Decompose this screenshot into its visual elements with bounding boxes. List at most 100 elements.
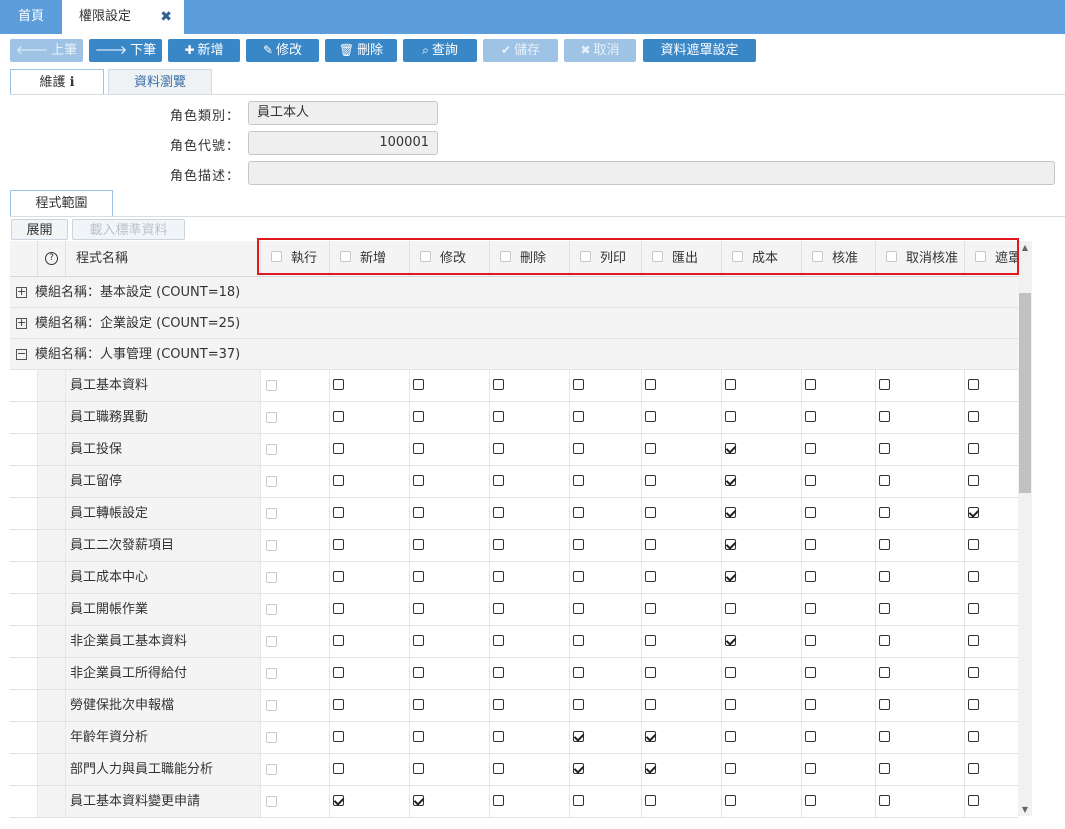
permission-checkbox[interactable] xyxy=(645,379,656,390)
permission-checkbox[interactable] xyxy=(805,571,816,582)
delete-button[interactable]: 🗑 刪除 xyxy=(325,39,397,62)
permission-checkbox[interactable] xyxy=(725,667,736,678)
permission-checkbox[interactable] xyxy=(879,443,890,454)
permission-checkbox[interactable] xyxy=(968,475,979,486)
permission-checkbox[interactable] xyxy=(805,699,816,710)
permission-checkbox[interactable] xyxy=(573,763,584,774)
permission-checkbox[interactable] xyxy=(645,571,656,582)
permission-checkbox[interactable] xyxy=(266,412,277,423)
permission-checkbox[interactable] xyxy=(879,571,890,582)
permission-checkbox[interactable] xyxy=(413,603,424,614)
permission-checkbox[interactable] xyxy=(645,539,656,550)
permission-checkbox[interactable] xyxy=(493,795,504,806)
permission-checkbox[interactable] xyxy=(333,475,344,486)
permission-checkbox[interactable] xyxy=(725,763,736,774)
permission-checkbox[interactable] xyxy=(413,411,424,422)
permission-checkbox[interactable] xyxy=(413,795,424,806)
role-type-field[interactable]: 員工本人 xyxy=(248,101,438,125)
permission-checkbox[interactable] xyxy=(266,508,277,519)
permission-checkbox[interactable] xyxy=(879,795,890,806)
permission-checkbox[interactable] xyxy=(573,667,584,678)
permission-checkbox[interactable] xyxy=(805,763,816,774)
permission-checkbox[interactable] xyxy=(805,667,816,678)
permission-checkbox[interactable] xyxy=(725,795,736,806)
permission-checkbox[interactable] xyxy=(493,603,504,614)
permission-checkbox[interactable] xyxy=(413,571,424,582)
permission-checkbox[interactable] xyxy=(573,571,584,582)
permission-checkbox[interactable] xyxy=(413,667,424,678)
permission-checkbox[interactable] xyxy=(725,443,736,454)
permission-checkbox[interactable] xyxy=(413,475,424,486)
scroll-down-icon[interactable]: ▼ xyxy=(1018,805,1032,814)
collapse-icon[interactable]: − xyxy=(16,348,27,360)
permission-checkbox[interactable] xyxy=(493,507,504,518)
permission-checkbox[interactable] xyxy=(573,731,584,742)
permission-checkbox[interactable] xyxy=(805,539,816,550)
permission-checkbox[interactable] xyxy=(725,379,736,390)
permission-checkbox[interactable] xyxy=(645,475,656,486)
permission-checkbox[interactable] xyxy=(968,667,979,678)
permission-checkbox[interactable] xyxy=(968,443,979,454)
permission-checkbox[interactable] xyxy=(333,507,344,518)
tab-maintain[interactable]: 維護 ℹ xyxy=(10,69,104,95)
permission-checkbox[interactable] xyxy=(266,540,277,551)
permission-checkbox[interactable] xyxy=(879,411,890,422)
permission-checkbox[interactable] xyxy=(493,411,504,422)
permission-checkbox[interactable] xyxy=(725,603,736,614)
permission-checkbox[interactable] xyxy=(573,379,584,390)
permission-checkbox[interactable] xyxy=(493,379,504,390)
permission-checkbox[interactable] xyxy=(573,539,584,550)
permission-checkbox[interactable] xyxy=(333,699,344,710)
permission-checkbox[interactable] xyxy=(493,667,504,678)
edit-button[interactable]: ✎ 修改 xyxy=(246,39,319,62)
permission-checkbox[interactable] xyxy=(645,443,656,454)
permission-checkbox[interactable] xyxy=(413,379,424,390)
permission-checkbox[interactable] xyxy=(645,667,656,678)
permission-checkbox[interactable] xyxy=(413,507,424,518)
close-icon[interactable]: ✖ xyxy=(160,0,172,34)
permission-checkbox[interactable] xyxy=(413,731,424,742)
group-row[interactable]: − 模組名稱：人事管理 (COUNT=37) xyxy=(10,339,1018,370)
permission-checkbox[interactable] xyxy=(333,795,344,806)
permission-checkbox[interactable] xyxy=(573,475,584,486)
permission-checkbox[interactable] xyxy=(645,635,656,646)
permission-checkbox[interactable] xyxy=(805,379,816,390)
permission-checkbox[interactable] xyxy=(413,699,424,710)
vertical-scrollbar[interactable]: ▲ ▼ xyxy=(1018,241,1032,816)
permission-checkbox[interactable] xyxy=(968,635,979,646)
permission-checkbox[interactable] xyxy=(493,699,504,710)
permission-checkbox[interactable] xyxy=(266,764,277,775)
permission-checkbox[interactable] xyxy=(879,539,890,550)
permission-checkbox[interactable] xyxy=(968,411,979,422)
permission-checkbox[interactable] xyxy=(879,763,890,774)
permission-checkbox[interactable] xyxy=(333,411,344,422)
expand-icon[interactable]: + xyxy=(16,286,27,298)
help-icon[interactable]: ? xyxy=(45,252,58,265)
permission-checkbox[interactable] xyxy=(968,795,979,806)
load-standard-data-button[interactable]: 載入標準資料 xyxy=(72,219,185,240)
add-button[interactable]: ✚ 新增 xyxy=(168,39,240,62)
save-button[interactable]: ✔ 儲存 xyxy=(483,39,558,62)
query-button[interactable]: ⌕ 查詢 xyxy=(403,39,477,62)
data-mask-settings-button[interactable]: 資料遮罩設定 xyxy=(643,39,756,62)
permission-checkbox[interactable] xyxy=(879,699,890,710)
permission-checkbox[interactable] xyxy=(805,603,816,614)
permission-checkbox[interactable] xyxy=(573,635,584,646)
permission-checkbox[interactable] xyxy=(266,444,277,455)
permission-checkbox[interactable] xyxy=(266,380,277,391)
permission-checkbox[interactable] xyxy=(413,763,424,774)
permission-checkbox[interactable] xyxy=(266,732,277,743)
next-record-button[interactable]: 🡒 下筆 xyxy=(89,39,162,62)
permission-checkbox[interactable] xyxy=(573,443,584,454)
permission-checkbox[interactable] xyxy=(333,571,344,582)
cancel-button[interactable]: ✖ 取消 xyxy=(564,39,636,62)
permission-checkbox[interactable] xyxy=(879,667,890,678)
permission-checkbox[interactable] xyxy=(573,795,584,806)
permission-checkbox[interactable] xyxy=(645,699,656,710)
permission-checkbox[interactable] xyxy=(645,507,656,518)
permission-checkbox[interactable] xyxy=(968,699,979,710)
permission-checkbox[interactable] xyxy=(805,635,816,646)
permission-checkbox[interactable] xyxy=(573,699,584,710)
expand-button[interactable]: 展開 xyxy=(11,219,68,240)
scroll-up-icon[interactable]: ▲ xyxy=(1018,243,1032,252)
